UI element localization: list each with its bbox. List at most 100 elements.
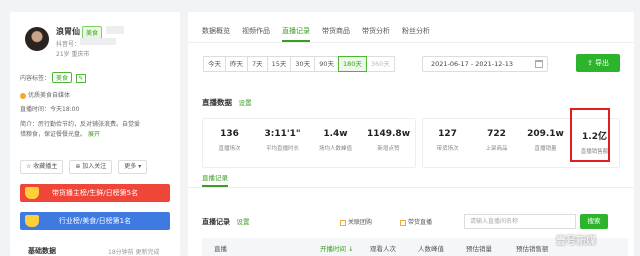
- filter-sales-live-label: 带货直播: [408, 219, 433, 226]
- stat-label: 平均直播时长: [265, 146, 299, 152]
- stat-new-likes: 1149.8w 新增点赞: [362, 119, 415, 167]
- stat-value: 136: [220, 129, 239, 139]
- stat-value: 3:11'1": [264, 129, 301, 139]
- stat-avg-peak-viewers: 1.4w 场均人数峰值: [309, 119, 362, 167]
- stat-label: 新增点赞: [377, 146, 400, 152]
- range-15d[interactable]: 15天: [266, 56, 292, 72]
- stat-value: 1.4w: [323, 129, 348, 139]
- profile-actions: ☆ 收藏播主 ⊕ 加入关注 更多 ▾: [20, 160, 148, 174]
- stat-listed-products: 722 上架商品: [472, 119, 521, 167]
- export-button[interactable]: ⇪ 导出: [576, 54, 620, 72]
- stat-live-count: 136 直播场次: [203, 119, 256, 167]
- records-title: 直播记录 设置: [202, 216, 249, 227]
- stat-label: 直播场次: [218, 146, 241, 152]
- verified-icon: [20, 92, 26, 99]
- calendar-icon: [535, 60, 543, 68]
- main-tabs: 数据概览 视频作品 直播记录 带货商品 带货分析 粉丝分析: [202, 26, 430, 42]
- checkbox-icon: [340, 219, 346, 226]
- account-label: 抖音号：: [56, 41, 81, 48]
- live-room-search-input[interactable]: 请输入直播间名称: [464, 214, 576, 229]
- rank-banner-1[interactable]: 带货播主榜/生鲜/日榜第5名: [20, 184, 170, 202]
- tab-live-records[interactable]: 直播记录: [282, 26, 310, 42]
- col-live: 直播: [214, 245, 227, 253]
- redacted-text: [106, 26, 124, 34]
- range-360d[interactable]: 360天: [365, 56, 395, 72]
- highlight-box: [570, 108, 610, 162]
- profile-panel: 浪胃仙 美食 抖音号： 21岁 重庆市 内容标签： 美食 ✎ 优质美食自媒体 直…: [10, 12, 180, 256]
- intro-line2: 惜粮食，保证餐餐光盘。: [20, 131, 87, 138]
- stat-label: 直播销量: [534, 146, 557, 152]
- redacted-account: [80, 38, 116, 45]
- creator-name: 浪胃仙: [56, 27, 80, 36]
- checkbox-icon: [400, 219, 406, 226]
- stat-label: 场均人数峰值: [318, 146, 352, 152]
- range-yesterday[interactable]: 昨天: [225, 56, 248, 72]
- live-stats-group: 136 直播场次 3:11'1" 平均直播时长 1.4w 场均人数峰值 1149.8w…: [202, 118, 416, 168]
- filter-group-buy[interactable]: 关联团购: [340, 217, 372, 226]
- filter-group-buy-label: 关联团购: [348, 219, 373, 226]
- stat-value: 1149.8w: [366, 129, 411, 139]
- trophy-icon: [25, 187, 39, 199]
- collect-button[interactable]: ☆ 收藏播主: [20, 160, 64, 174]
- col-est-revenue[interactable]: 预估销售额: [516, 243, 549, 253]
- range-today[interactable]: 今天: [203, 56, 226, 72]
- content-tag-label: 内容标签：: [20, 75, 51, 82]
- subtab-divider: [188, 187, 634, 188]
- tabs-divider: [188, 42, 634, 43]
- live-data-title-text: 直播数据: [202, 98, 232, 107]
- avatar[interactable]: [25, 27, 49, 51]
- search-button[interactable]: 搜索: [580, 214, 608, 229]
- col-peak[interactable]: 人数峰值: [418, 243, 444, 253]
- stat-value: 722: [487, 129, 506, 139]
- range-30d[interactable]: 30天: [290, 56, 316, 72]
- records-title-text: 直播记录: [202, 218, 230, 226]
- range-7d[interactable]: 7天: [247, 56, 268, 72]
- verified-row: 优质美食自媒体: [20, 90, 70, 99]
- stat-sales-lives: 127 带货场次: [423, 119, 472, 167]
- live-data-settings-link[interactable]: 设置: [239, 99, 252, 107]
- range-90d[interactable]: 90天: [314, 56, 339, 72]
- follow-button[interactable]: ⊕ 加入关注: [69, 160, 113, 174]
- rank-banner-1-label: 带货播主榜/生鲜/日榜第5名: [51, 189, 139, 197]
- stat-label: 上架商品: [485, 146, 508, 152]
- col-est-sales[interactable]: 预估销量: [466, 243, 492, 253]
- range-180d[interactable]: 180天: [337, 56, 367, 72]
- stat-value: 127: [438, 129, 457, 139]
- rank-banner-2-label: 行业榜/美食/日榜第1名: [58, 217, 132, 225]
- live-data-title: 直播数据 设置: [202, 97, 252, 108]
- col-start-time[interactable]: 开播时间 ↓: [320, 243, 354, 253]
- date-range-text: 2021-06-17 - 2021-12-13: [431, 60, 514, 68]
- records-settings-link[interactable]: 设置: [236, 218, 249, 226]
- live-time: 直播时间：今天18:00: [20, 106, 80, 113]
- main-panel: 数据概览 视频作品 直播记录 带货商品 带货分析 粉丝分析 今天 昨天 7天 1…: [188, 12, 634, 256]
- follow-label: 加入关注: [82, 163, 107, 170]
- export-label: 导出: [595, 59, 610, 67]
- more-button[interactable]: 更多 ▾: [118, 160, 148, 174]
- trophy-icon: [25, 215, 39, 227]
- rank-banner-2[interactable]: 行业榜/美食/日榜第1名: [20, 212, 170, 230]
- tab-videos[interactable]: 视频作品: [242, 26, 270, 42]
- intro-line1: 简介：厉行勤俭节约，反对铺张浪费。自觉爱: [20, 121, 141, 128]
- edit-icon[interactable]: ✎: [75, 74, 86, 83]
- content-tag[interactable]: 美食: [51, 72, 72, 83]
- date-range-picker[interactable]: 2021-06-17 - 2021-12-13: [422, 56, 548, 72]
- filter-sales-live[interactable]: 带货直播: [400, 217, 432, 226]
- creator-meta: 21岁 重庆市: [56, 51, 90, 58]
- stat-live-sales: 209.1w 直播销量: [521, 119, 570, 167]
- watermark: 壹号新媒: [556, 236, 596, 247]
- col-views[interactable]: 观看人次: [370, 243, 396, 253]
- stat-avg-duration: 3:11'1" 平均直播时长: [256, 119, 309, 167]
- stat-label: 带货场次: [436, 146, 459, 152]
- tab-overview[interactable]: 数据概览: [202, 26, 230, 42]
- more-label: 更多: [124, 163, 137, 170]
- tab-products[interactable]: 带货商品: [322, 26, 350, 42]
- collect-label: 收藏播主: [33, 163, 58, 170]
- intro-expand-link[interactable]: 展开: [88, 131, 100, 138]
- content-tag-row: 内容标签： 美食 ✎: [20, 72, 86, 83]
- tab-fans-analysis[interactable]: 粉丝分析: [402, 26, 430, 42]
- tab-sales-analysis[interactable]: 带货分析: [362, 26, 390, 42]
- intro: 简介：厉行勤俭节约，反对铺张浪费。自觉爱 惜粮食，保证餐餐光盘。 展开: [20, 120, 170, 140]
- base-data-title: 基础数据: [28, 247, 56, 255]
- verified-text: 优质美食自媒体: [28, 92, 71, 99]
- subtab-live-records[interactable]: 直播记录: [202, 172, 228, 187]
